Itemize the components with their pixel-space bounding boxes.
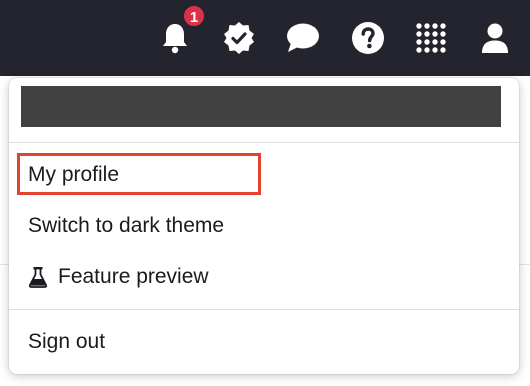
user-dropdown-menu: My profile Switch to dark theme Feature … [9, 78, 519, 374]
bell-icon [160, 22, 190, 54]
verified-badge-icon [222, 21, 256, 55]
switch-dark-theme-menu-item[interactable]: Switch to dark theme [9, 204, 519, 248]
menu-item-label: Sign out [28, 330, 106, 353]
menu-item-label: Switch to dark theme [28, 214, 225, 237]
apps-grid-icon [415, 22, 447, 54]
flask-icon [28, 266, 48, 288]
menu-item-label: Feature preview [58, 265, 209, 288]
notification-count-badge: 1 [182, 4, 206, 28]
chat-bubble-icon [285, 22, 321, 54]
menu-divider [9, 142, 519, 143]
sign-out-menu-item[interactable]: Sign out [9, 320, 519, 364]
user-menu-button[interactable] [477, 18, 513, 58]
menu-divider [9, 309, 519, 310]
highlight-box [17, 153, 261, 195]
top-navigation-bar: 1 [0, 0, 530, 76]
help-icon [351, 21, 385, 55]
help-button[interactable] [350, 18, 386, 58]
apps-button[interactable] [413, 18, 449, 58]
user-icon [480, 22, 510, 54]
verified-button[interactable] [221, 18, 257, 58]
user-name-redacted [21, 86, 501, 127]
feature-preview-menu-item[interactable]: Feature preview [9, 255, 519, 299]
messages-button[interactable] [285, 18, 321, 58]
